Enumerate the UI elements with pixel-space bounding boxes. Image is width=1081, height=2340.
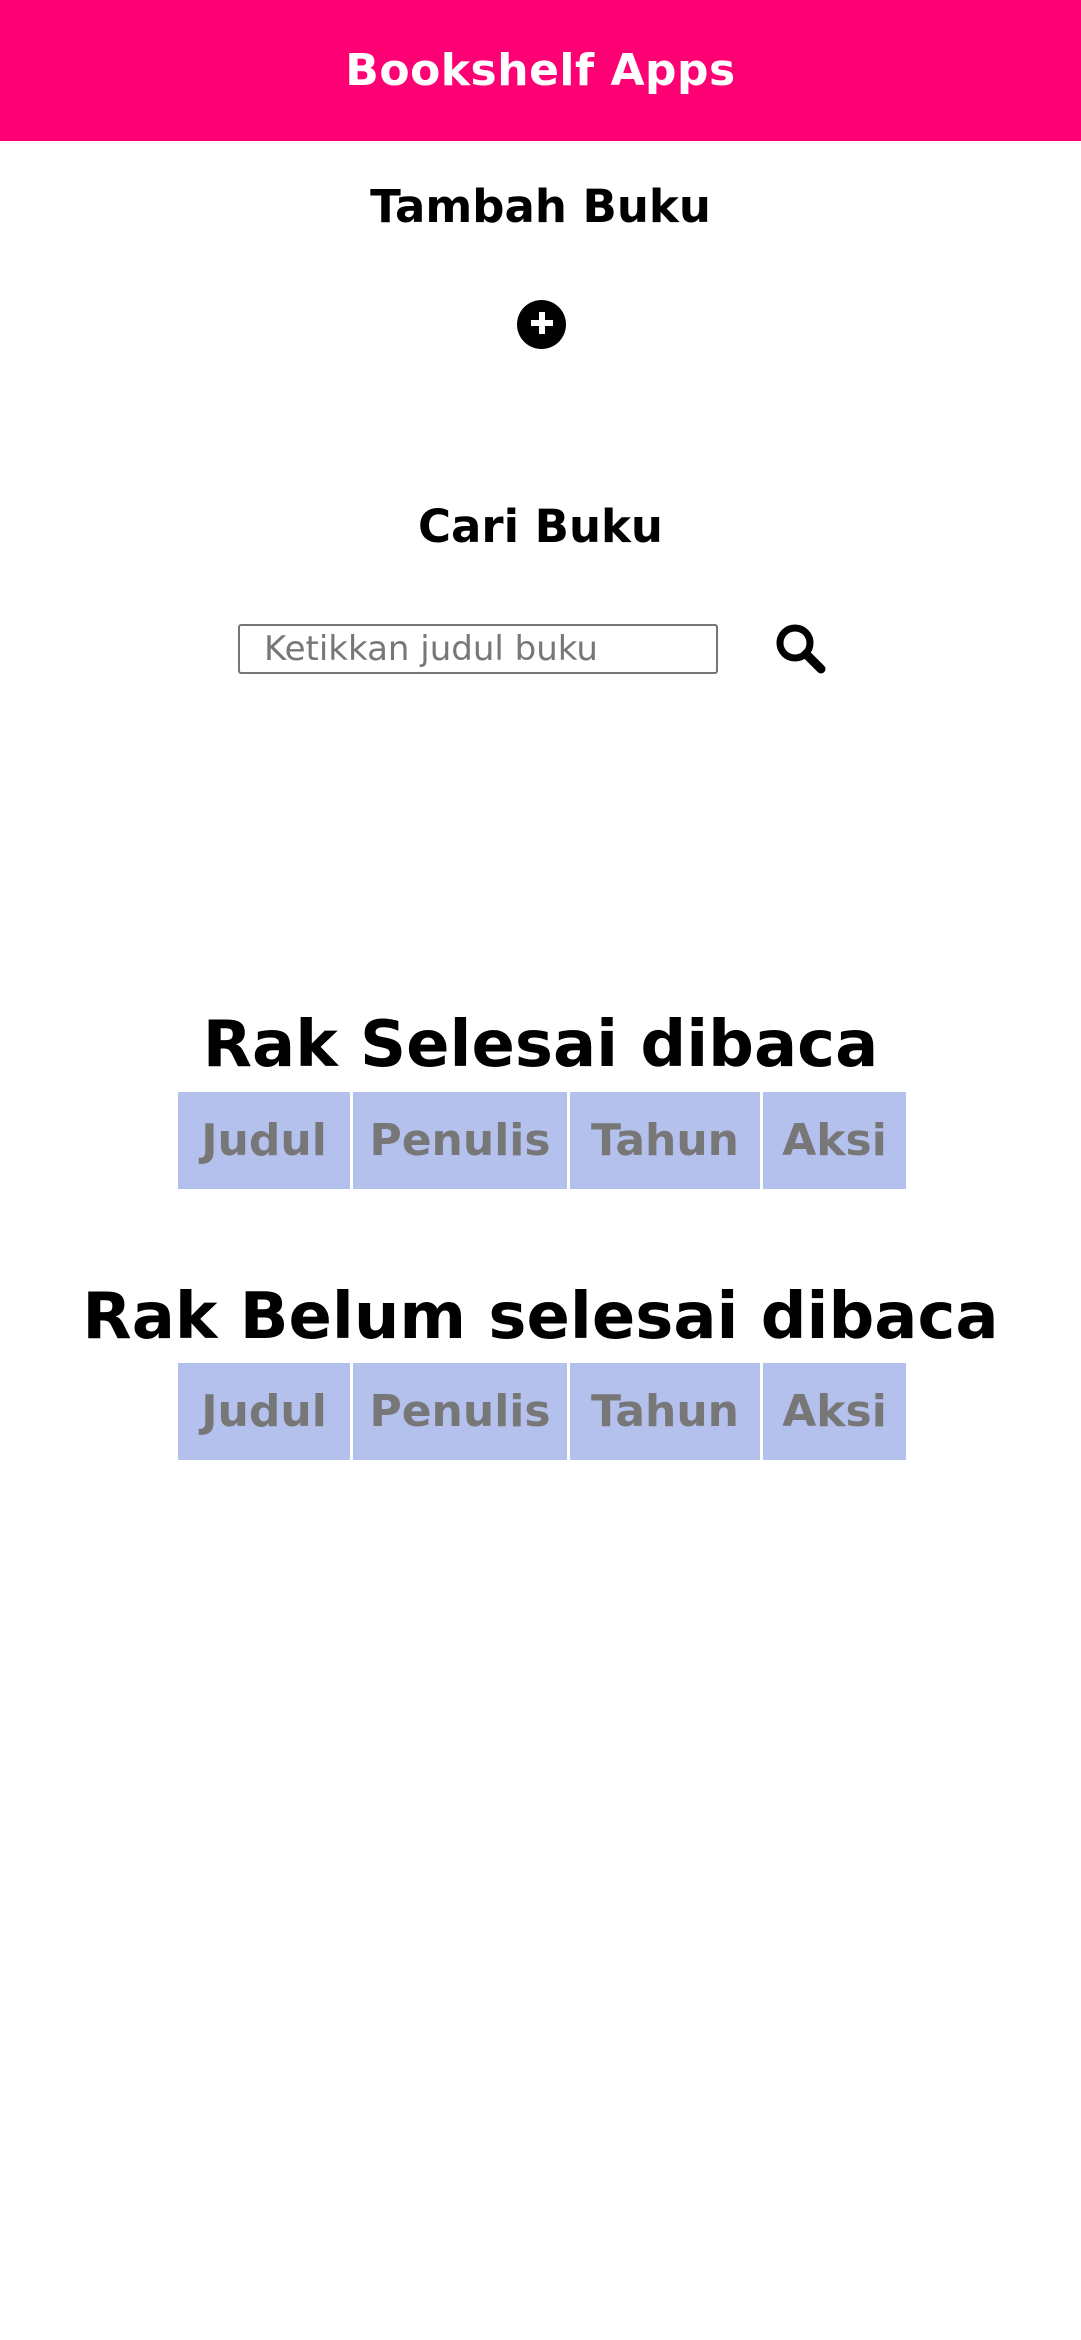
unfinished-shelf-title: Rak Belum selesai dibaca: [82, 1280, 999, 1354]
search-icon: [773, 621, 827, 679]
column-header-tahun: Tahun: [570, 1092, 760, 1189]
column-header-aksi: Aksi: [763, 1363, 906, 1460]
app-title: Bookshelf Apps: [345, 45, 736, 96]
add-book-button[interactable]: [517, 300, 566, 349]
search-button[interactable]: [772, 622, 828, 678]
add-book-title: Tambah Buku: [370, 180, 711, 233]
search-book-title: Cari Buku: [418, 500, 663, 553]
plus-icon: [528, 309, 556, 341]
column-header-judul: Judul: [178, 1092, 350, 1189]
unfinished-shelf-table: Judul Penulis Tahun Aksi: [175, 1363, 909, 1460]
column-header-penulis: Penulis: [353, 1092, 567, 1189]
app-header: Bookshelf Apps: [0, 0, 1081, 141]
finished-shelf-table: Judul Penulis Tahun Aksi: [175, 1092, 909, 1189]
column-header-tahun: Tahun: [570, 1363, 760, 1460]
column-header-aksi: Aksi: [763, 1092, 906, 1189]
column-header-judul: Judul: [178, 1363, 350, 1460]
table-header-row: Judul Penulis Tahun Aksi: [178, 1092, 906, 1189]
column-header-penulis: Penulis: [353, 1363, 567, 1460]
table-header-row: Judul Penulis Tahun Aksi: [178, 1363, 906, 1460]
finished-shelf-title: Rak Selesai dibaca: [202, 1008, 879, 1082]
search-input[interactable]: [238, 624, 718, 674]
